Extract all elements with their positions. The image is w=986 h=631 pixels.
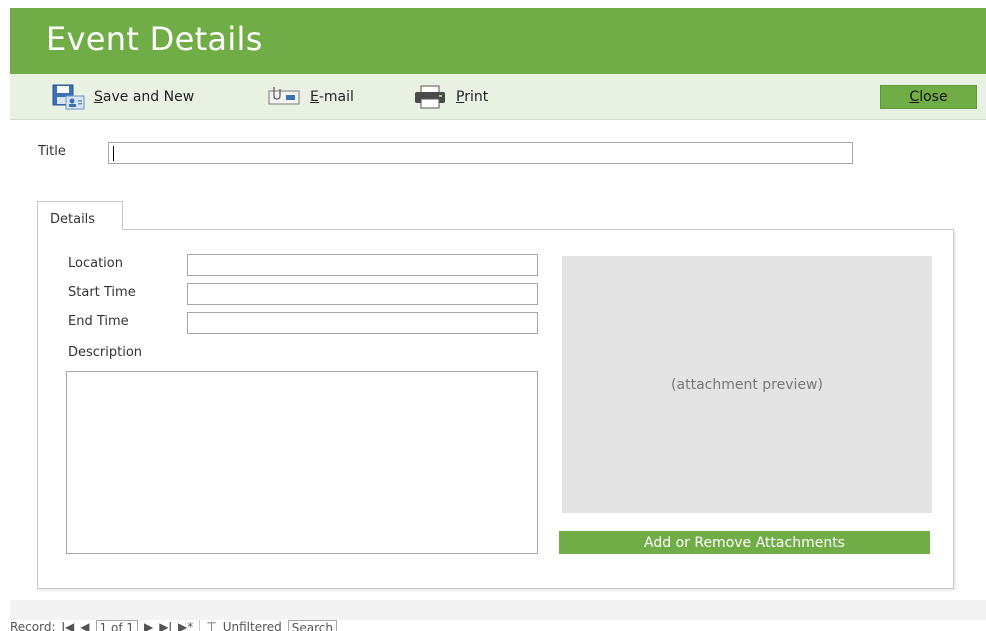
- title-label: Title: [38, 144, 66, 159]
- save-and-new-label: Save and New: [94, 89, 195, 105]
- tab-details[interactable]: Details: [37, 201, 123, 230]
- save-and-new-button[interactable]: Save and New: [52, 84, 194, 110]
- previous-record-icon[interactable]: ◀: [80, 620, 89, 631]
- filter-icon[interactable]: ⊤: [206, 620, 216, 631]
- text-caret: [113, 146, 114, 161]
- close-button[interactable]: Close: [880, 85, 977, 109]
- add-remove-attachments-button[interactable]: Add or Remove Attachments: [559, 531, 930, 554]
- search-input[interactable]: Search: [287, 620, 337, 631]
- location-label: Location: [68, 256, 123, 271]
- record-navigation-bar: Record: I◀ ◀ 1 of 1 ▶ ▶I ▶* ⊤ Unfiltered…: [10, 620, 986, 631]
- printer-icon: [414, 85, 448, 109]
- new-record-icon[interactable]: ▶*: [178, 620, 193, 631]
- attachment-preview[interactable]: (attachment preview): [562, 256, 932, 513]
- filter-status[interactable]: Unfiltered: [223, 620, 282, 631]
- start-time-label: Start Time: [68, 285, 136, 300]
- start-time-input[interactable]: [187, 283, 538, 305]
- email-icon: [268, 86, 302, 108]
- print-button[interactable]: Print: [414, 84, 488, 110]
- end-time-label: End Time: [68, 314, 129, 329]
- form-toolbar: Save and New E-mail Print Close: [10, 74, 986, 120]
- record-position-field[interactable]: 1 of 1: [95, 620, 138, 631]
- form-header: Event Details: [10, 8, 986, 74]
- record-label: Record:: [10, 620, 56, 631]
- email-label: E-mail: [310, 89, 354, 105]
- title-input[interactable]: [108, 142, 853, 164]
- first-record-icon[interactable]: I◀: [62, 620, 75, 631]
- close-label: Close: [909, 89, 948, 105]
- attachment-preview-text: (attachment preview): [671, 376, 823, 393]
- status-strip: [10, 600, 986, 620]
- location-input[interactable]: [187, 254, 538, 276]
- description-label: Description: [68, 345, 143, 360]
- form-heading: Event Details: [46, 20, 263, 58]
- save-new-icon: [52, 84, 86, 110]
- end-time-input[interactable]: [187, 312, 538, 334]
- description-textarea[interactable]: [66, 371, 538, 554]
- print-label: Print: [456, 89, 489, 105]
- email-button[interactable]: E-mail: [268, 84, 354, 110]
- last-record-icon[interactable]: ▶I: [159, 620, 172, 631]
- next-record-icon[interactable]: ▶: [144, 620, 153, 631]
- nav-divider: [199, 620, 201, 631]
